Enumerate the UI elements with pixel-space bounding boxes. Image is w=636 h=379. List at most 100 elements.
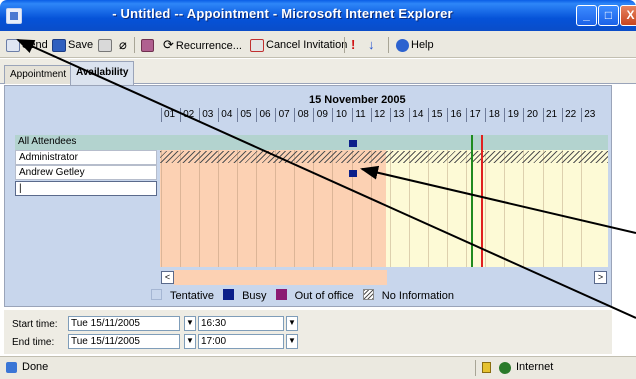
schedule-scrollbar[interactable]: < > <box>161 270 609 287</box>
start-date-input[interactable]: Tue 15/11/2005 <box>68 316 180 331</box>
schedule-grid: All Attendees Administrator Andrew Getle… <box>15 135 608 267</box>
hour-gridline <box>561 150 563 267</box>
check-names-button[interactable] <box>141 36 156 54</box>
help-button[interactable]: Help <box>396 36 434 54</box>
hour-tick <box>217 108 219 122</box>
hour-gridline <box>447 150 449 267</box>
cancel-invitation-label: Cancel Invitation <box>266 39 348 51</box>
hour-gridline <box>389 150 391 267</box>
scrollbar-thumb[interactable] <box>174 270 387 285</box>
status-separator <box>475 360 476 376</box>
hour-gridline <box>275 150 277 267</box>
cancel-invitation-button[interactable]: Cancel Invitation <box>250 36 347 54</box>
hour-gridline <box>217 150 219 267</box>
hour-label: 14 <box>412 109 424 120</box>
hour-label: 15 <box>431 109 443 120</box>
scroll-right-button[interactable]: > <box>594 271 607 284</box>
busy-block-andrew-getley <box>349 170 357 177</box>
hour-label: 03 <box>202 109 214 120</box>
hour-label: 06 <box>259 109 271 120</box>
hour-gridline <box>466 150 468 267</box>
hour-gridline <box>542 150 544 267</box>
maximize-button[interactable]: □ <box>598 5 619 26</box>
toolbar-separator <box>388 37 389 53</box>
busy-swatch <box>223 289 235 300</box>
start-time-dropdown[interactable]: ▼ <box>286 316 298 331</box>
hour-gridline <box>294 150 296 267</box>
start-date-dropdown[interactable]: ▼ <box>184 316 196 331</box>
hour-tick <box>332 108 334 122</box>
start-time-label: Start time: <box>12 319 58 330</box>
hour-gridline <box>198 150 200 267</box>
hour-tick <box>236 108 238 122</box>
tentative-swatch <box>151 289 162 300</box>
hour-gridline <box>256 150 258 267</box>
hour-tick <box>256 108 258 122</box>
recurrence-button[interactable]: ⟳ Recurrence... <box>163 36 242 54</box>
hour-tick <box>370 108 372 122</box>
toolbar-separator <box>134 37 135 53</box>
hour-label: 17 <box>469 109 481 120</box>
hour-tick <box>466 108 468 122</box>
start-time-input[interactable]: 16:30 <box>198 316 284 331</box>
minimize-button[interactable]: _ <box>576 5 597 26</box>
high-importance-button[interactable]: ! <box>351 36 355 54</box>
hour-label: 20 <box>526 109 538 120</box>
end-time-dropdown[interactable]: ▼ <box>286 334 298 349</box>
scroll-left-button[interactable]: < <box>161 271 174 284</box>
end-time-input[interactable]: 17:00 <box>198 334 284 349</box>
schedule-date: 15 November 2005 <box>309 94 406 106</box>
hour-gridline <box>313 150 315 267</box>
tab-appointment[interactable]: Appointment <box>4 65 73 84</box>
hour-label: 02 <box>183 109 195 120</box>
end-time-label: End time: <box>12 337 55 348</box>
busy-block-all <box>349 140 357 147</box>
status-text: Done <box>22 361 49 373</box>
all-attendees-row: All Attendees <box>15 135 608 150</box>
tab-availability[interactable]: Availability <box>70 61 135 85</box>
hour-gridline <box>179 150 181 267</box>
down-arrow-icon: ↓ <box>368 37 375 52</box>
hour-label: 22 <box>565 109 577 120</box>
hour-tick <box>542 108 544 122</box>
hour-label: 13 <box>393 109 405 120</box>
end-date-input[interactable]: Tue 15/11/2005 <box>68 334 180 349</box>
hour-tick <box>408 108 410 122</box>
hour-gridline <box>236 150 238 267</box>
save-label: Save <box>68 39 94 51</box>
save-button[interactable]: Save <box>52 36 93 54</box>
hour-tick <box>504 108 506 122</box>
attendee-andrew-getley[interactable]: Andrew Getley <box>15 165 157 180</box>
send-button[interactable]: Send <box>6 36 48 54</box>
print-button[interactable] <box>98 36 114 54</box>
legend-busy: Busy <box>242 290 267 302</box>
legend-no-information: No Information <box>381 290 454 302</box>
hour-gridline <box>160 150 162 267</box>
check-names-icon <box>141 38 154 52</box>
globe-icon <box>499 362 511 374</box>
printer-icon <box>98 38 112 52</box>
help-label: Help <box>411 39 434 51</box>
attach-button[interactable]: ⌀ <box>119 36 127 54</box>
hour-gridline <box>580 150 582 267</box>
toolbar-separator <box>344 37 345 53</box>
toolbar: Send Save ⌀ ⟳ Recurrence... Cancel Invita… <box>0 31 636 58</box>
close-button[interactable]: X <box>620 5 636 26</box>
low-importance-button[interactable]: ↓ <box>368 36 375 54</box>
hour-tick <box>447 108 449 122</box>
hour-gridline <box>427 150 429 267</box>
meeting-start-line[interactable] <box>471 135 473 267</box>
end-date-dropdown[interactable]: ▼ <box>184 334 196 349</box>
meeting-end-line[interactable] <box>481 135 483 267</box>
attendee-administrator[interactable]: Administrator <box>15 150 157 165</box>
hour-tick <box>198 108 200 122</box>
add-attendee-input[interactable]: | <box>15 181 157 196</box>
cancel-invitation-icon <box>250 38 264 52</box>
recurrence-icon: ⟳ <box>163 37 174 52</box>
window-title: - Untitled -- Appointment - Microsoft In… <box>112 6 453 21</box>
hour-label: 21 <box>545 109 558 120</box>
hour-label: 01 <box>163 109 176 120</box>
off-hours-area <box>386 150 608 267</box>
hour-tick <box>561 108 563 122</box>
paperclip-icon: ⌀ <box>119 37 127 52</box>
